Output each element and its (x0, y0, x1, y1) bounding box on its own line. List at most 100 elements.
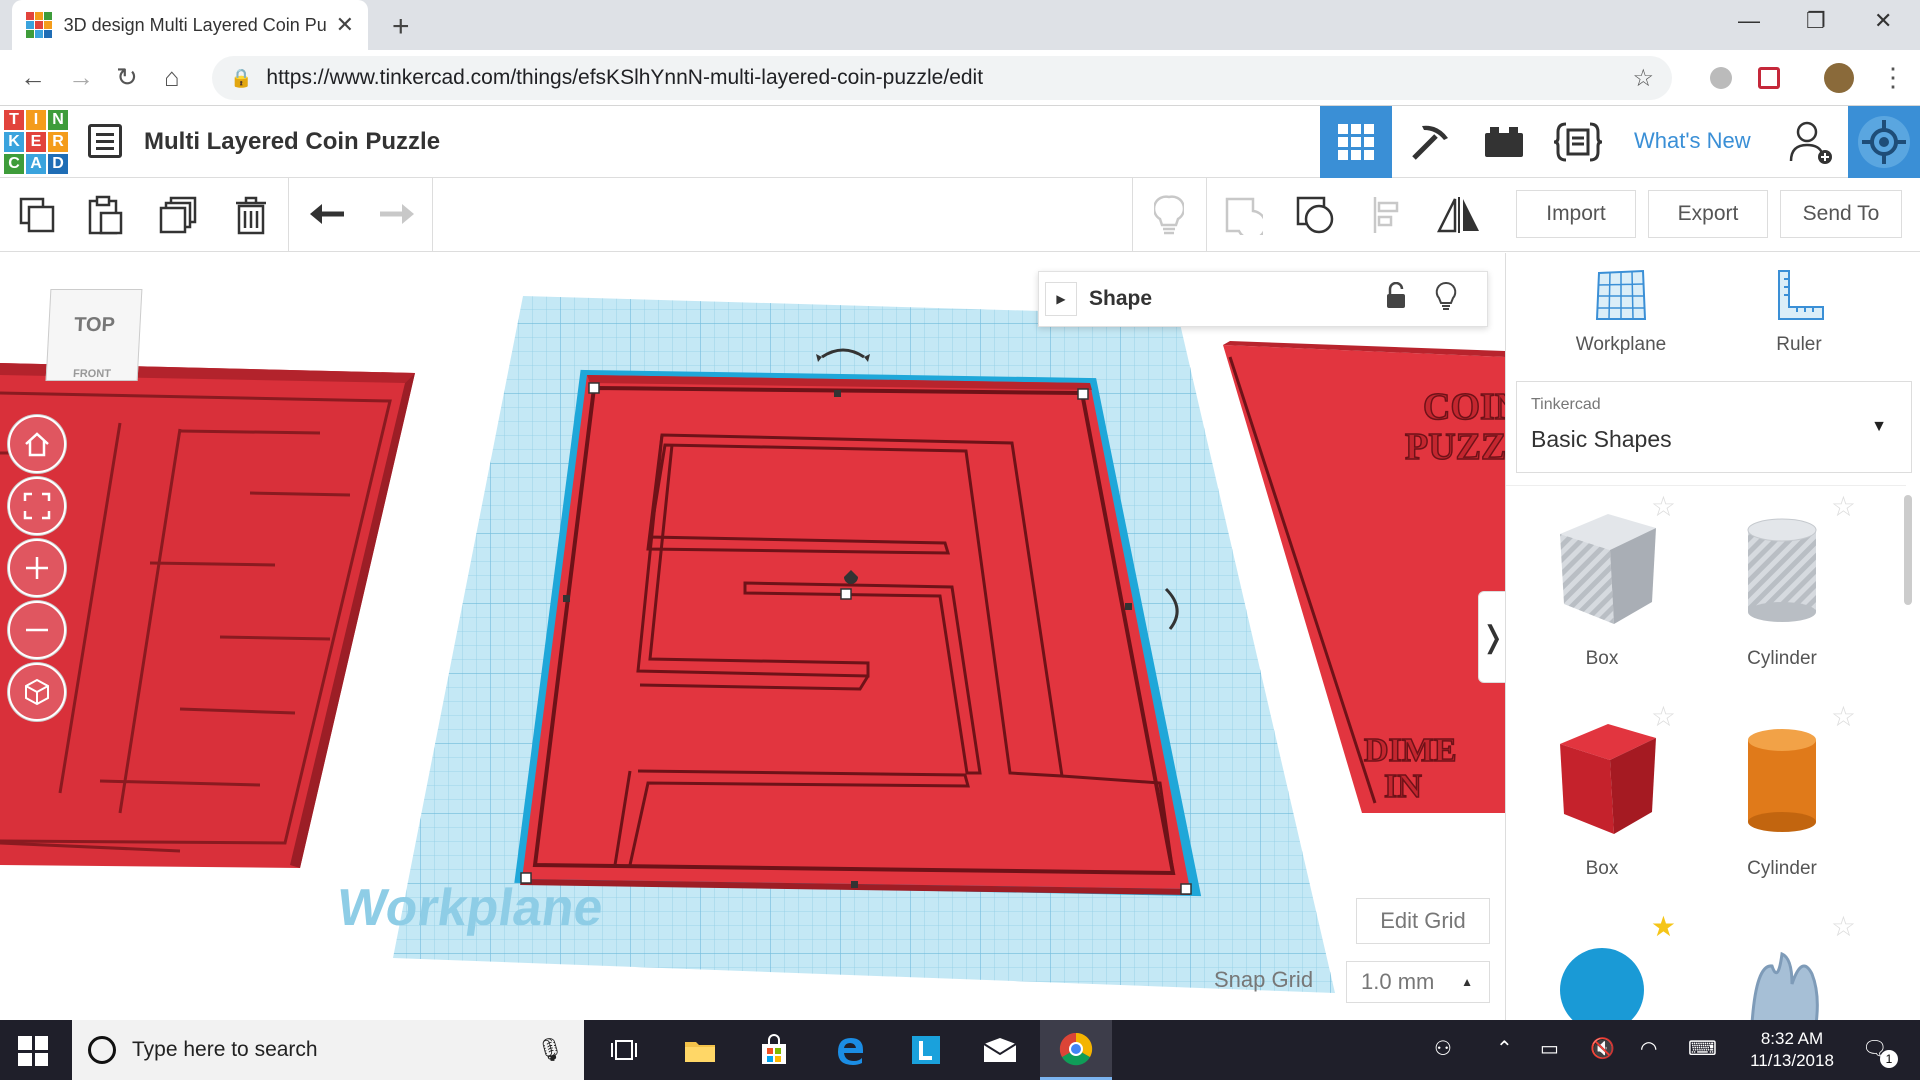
user-avatar[interactable] (1848, 106, 1920, 178)
volume-muted-icon[interactable]: 🔇 (1590, 1036, 1615, 1061)
plus-icon (26, 557, 48, 579)
windows-start-icon[interactable] (18, 1036, 48, 1066)
export-button[interactable]: Export (1648, 190, 1768, 238)
snap-grid-value: 1.0 mm (1361, 969, 1435, 994)
shape-cylinder-gray[interactable]: ☆ Cylinder (1692, 486, 1872, 686)
group-icon[interactable] (1220, 192, 1266, 238)
favorite-star-icon[interactable]: ★ (1651, 910, 1676, 943)
shape-box-red[interactable]: ☆ Box (1512, 696, 1692, 896)
mirror-icon[interactable] (1436, 192, 1482, 238)
ruler-tool[interactable]: Ruler (1724, 267, 1874, 356)
minimize-button[interactable]: — (1738, 8, 1760, 34)
back-icon[interactable]: ← (20, 62, 46, 93)
forward-icon[interactable]: → (68, 62, 94, 93)
workplane-tool[interactable]: Workplane (1546, 267, 1696, 356)
shape-scribble[interactable]: ☆ (1692, 906, 1872, 1020)
shape-box-gray[interactable]: ☆ Box (1512, 486, 1692, 686)
redo-icon[interactable] (374, 192, 420, 238)
paste-icon[interactable] (82, 192, 128, 238)
wifi-icon[interactable]: ◠ (1640, 1036, 1657, 1061)
browser-tab[interactable]: 3D design Multi Layered Coin Pu ✕ (12, 0, 368, 50)
tinkercad-logo[interactable]: T I N K E R C A D (4, 110, 68, 174)
favorite-star-icon[interactable]: ☆ (1651, 700, 1676, 733)
import-button[interactable]: Import (1516, 190, 1636, 238)
favorite-star-icon[interactable]: ☆ (1831, 910, 1856, 943)
favorite-star-icon[interactable]: ☆ (1651, 490, 1676, 523)
align-icon[interactable] (1366, 192, 1412, 238)
microphone-icon[interactable]: 🎙 (536, 1037, 564, 1063)
people-icon[interactable]: ⚇ (1434, 1036, 1452, 1061)
whats-new-link[interactable]: What's New (1634, 128, 1751, 154)
url-bar[interactable]: 🔒 https://www.tinkercad.com/things/efsKS… (212, 56, 1672, 100)
home-icon[interactable]: ⌂ (164, 62, 180, 93)
3d-viewport[interactable]: Workplane COI PUZZ DIME IN TOP FRONT ▶ S… (0, 253, 1505, 1020)
delete-icon[interactable] (228, 192, 274, 238)
send-to-button[interactable]: Send To (1780, 190, 1902, 238)
ortho-view-button[interactable] (8, 663, 66, 721)
workplane-tool-label: Workplane (1575, 334, 1667, 355)
edge-icon[interactable] (828, 1030, 872, 1070)
fit-view-button[interactable] (8, 477, 66, 535)
browser-menu-icon[interactable]: ⋮ (1880, 62, 1906, 93)
copy-icon[interactable] (14, 192, 60, 238)
tray-overflow-icon[interactable]: ⌃ (1496, 1036, 1513, 1061)
snap-grid-select[interactable]: 1.0 mm ▲ (1346, 961, 1490, 1003)
zoom-out-button[interactable] (8, 601, 66, 659)
shape-cylinder-orange[interactable]: ☆ Cylinder (1692, 696, 1872, 896)
codeblocks-icon[interactable] (1542, 106, 1614, 178)
zoom-in-button[interactable] (8, 539, 66, 597)
hide-lightbulb-icon[interactable] (1435, 281, 1457, 317)
selected-maze-model[interactable] (514, 348, 1202, 897)
new-tab-button[interactable]: + (392, 10, 410, 44)
duplicate-icon[interactable] (156, 192, 202, 238)
pocket-extension-icon[interactable] (1758, 67, 1780, 89)
expand-inspector-icon[interactable]: ▶ (1045, 282, 1077, 316)
workplane-icon (1595, 269, 1647, 320)
favorite-star-icon[interactable]: ☆ (1831, 490, 1856, 523)
bookmark-star-icon[interactable]: ☆ (1632, 64, 1654, 93)
design-title[interactable]: Multi Layered Coin Puzzle (144, 128, 440, 156)
taskbar-search[interactable]: Type here to search 🎙 (72, 1020, 584, 1080)
fit-all-icon (23, 492, 51, 520)
design-list-icon[interactable] (88, 124, 122, 158)
tab-title: 3D design Multi Layered Coin Pu (63, 14, 327, 35)
chrome-taskbar-icon[interactable] (1040, 1020, 1112, 1080)
3d-view-grid-icon[interactable] (1320, 106, 1392, 178)
file-explorer-icon[interactable] (678, 1030, 722, 1070)
profile-avatar[interactable] (1824, 63, 1854, 93)
home-icon (25, 432, 49, 457)
maximize-button[interactable]: ❐ (1806, 8, 1826, 34)
add-user-icon[interactable] (1776, 106, 1848, 178)
shape-library-select[interactable]: Tinkercad Basic Shapes ▼ (1516, 381, 1912, 473)
tab-close-icon[interactable]: ✕ (336, 12, 354, 38)
shape-sphere-blue[interactable]: ★ (1512, 906, 1692, 1020)
reload-icon[interactable]: ↻ (116, 62, 138, 93)
edit-grid-button[interactable]: Edit Grid (1356, 898, 1490, 944)
ruler-tool-label: Ruler (1776, 334, 1822, 355)
bricks-icon[interactable] (1468, 106, 1540, 178)
system-clock[interactable]: 8:32 AM 11/13/2018 (1742, 1028, 1842, 1072)
collapse-panel-button[interactable]: ❭ (1478, 591, 1505, 683)
shapes-panel: Workplane Ruler Tinkercad Basic Shapes ▼… (1505, 253, 1920, 1020)
panel-scrollbar[interactable] (1904, 495, 1912, 605)
notes-lightbulb-icon[interactable] (1146, 192, 1192, 238)
view-cube[interactable]: TOP FRONT (45, 289, 143, 381)
notification-count-badge: 1 (1880, 1050, 1898, 1068)
3d-scene[interactable]: Workplane COI PUZZ DIME IN (0, 253, 1505, 1020)
favorite-star-icon[interactable]: ☆ (1831, 700, 1856, 733)
close-window-button[interactable]: ✕ (1874, 8, 1892, 34)
store-icon[interactable] (752, 1030, 796, 1070)
l-app-icon[interactable] (904, 1030, 948, 1070)
task-view-icon[interactable] (602, 1030, 646, 1070)
home-view-button[interactable] (8, 415, 66, 473)
extension-icon[interactable] (1710, 67, 1732, 89)
battery-icon[interactable]: ▭ (1540, 1036, 1559, 1061)
clock-time: 8:32 AM (1760, 1029, 1824, 1048)
blocks-pickaxe-icon[interactable] (1394, 106, 1466, 178)
undo-icon[interactable] (304, 192, 350, 238)
ungroup-icon[interactable] (1292, 192, 1338, 238)
unlock-icon[interactable] (1385, 281, 1407, 316)
keyboard-icon[interactable]: ⌨ (1688, 1036, 1717, 1061)
mail-icon[interactable] (978, 1030, 1022, 1070)
dropdown-arrow-icon: ▲ (1461, 975, 1473, 989)
